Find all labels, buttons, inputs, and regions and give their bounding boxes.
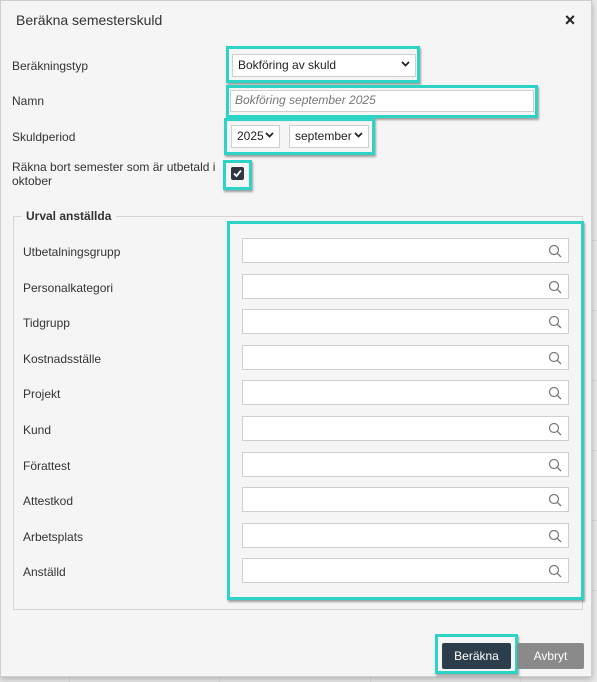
name-label: Namn (12, 94, 45, 108)
chevron-down-icon (265, 132, 274, 138)
search-icon[interactable] (548, 458, 562, 472)
selection-label: Arbetsplats (23, 530, 84, 544)
selection-search-input[interactable] (242, 452, 569, 477)
selection-search-input[interactable] (242, 309, 569, 334)
search-icon[interactable] (548, 529, 562, 543)
calc-type-select[interactable]: Bokföring av skuld (232, 54, 416, 77)
calc-vacation-debt-dialog: Beräkna semesterskuld × Beräkningstyp Bo… (0, 0, 592, 677)
checkmark-icon (233, 169, 242, 178)
selection-label: Anställd (23, 565, 66, 579)
period-label: Skuldperiod (12, 130, 76, 144)
chevron-down-icon (354, 132, 363, 138)
cancel-button[interactable]: Avbryt (517, 643, 584, 669)
selection-label: Personalkategori (23, 281, 114, 295)
search-icon[interactable] (548, 386, 562, 400)
exclude-checkbox[interactable] (231, 167, 244, 180)
selection-label: Förattest (23, 459, 71, 473)
dialog-header: Beräkna semesterskuld × (1, 1, 591, 39)
selection-search-input[interactable] (242, 238, 569, 263)
period-year-select[interactable]: 2025 (231, 125, 280, 148)
search-icon[interactable] (548, 564, 562, 578)
selection-search-input[interactable] (242, 523, 569, 548)
period-year-value: 2025 (237, 129, 264, 143)
selection-search-input[interactable] (242, 416, 569, 441)
selection-label: Projekt (23, 387, 61, 401)
selection-label: Utbetalningsgrupp (23, 245, 121, 259)
chevron-down-icon (401, 61, 410, 67)
selection-legend: Urval anställda (21, 209, 117, 223)
calculate-button[interactable]: Beräkna (442, 643, 511, 669)
period-month-value: september (295, 129, 352, 143)
selection-label: Tidgrupp (23, 316, 70, 330)
exclude-label: Räkna bort semester som är utbetald i ok… (12, 160, 216, 188)
period-month-select[interactable]: september (289, 125, 369, 148)
selection-search-input[interactable] (242, 380, 569, 405)
dialog-title: Beräkna semesterskuld (16, 12, 163, 28)
name-input[interactable]: Bokföring september 2025 (230, 90, 534, 112)
search-icon[interactable] (548, 351, 562, 365)
selection-search-input[interactable] (242, 345, 569, 370)
search-icon[interactable] (548, 422, 562, 436)
selection-label: Kund (23, 423, 52, 437)
selection-search-input[interactable] (242, 558, 569, 583)
calc-type-value: Bokföring av skuld (238, 58, 337, 72)
search-icon[interactable] (548, 244, 562, 258)
search-icon[interactable] (548, 315, 562, 329)
calc-type-label: Beräkningstyp (12, 59, 89, 73)
selection-label: Attestkod (23, 494, 74, 508)
selection-search-input[interactable] (242, 487, 569, 512)
close-icon[interactable]: × (561, 10, 579, 30)
search-icon[interactable] (548, 280, 562, 294)
selection-search-input[interactable] (242, 274, 569, 299)
search-icon[interactable] (548, 493, 562, 507)
selection-label: Kostnadsställe (23, 352, 102, 366)
